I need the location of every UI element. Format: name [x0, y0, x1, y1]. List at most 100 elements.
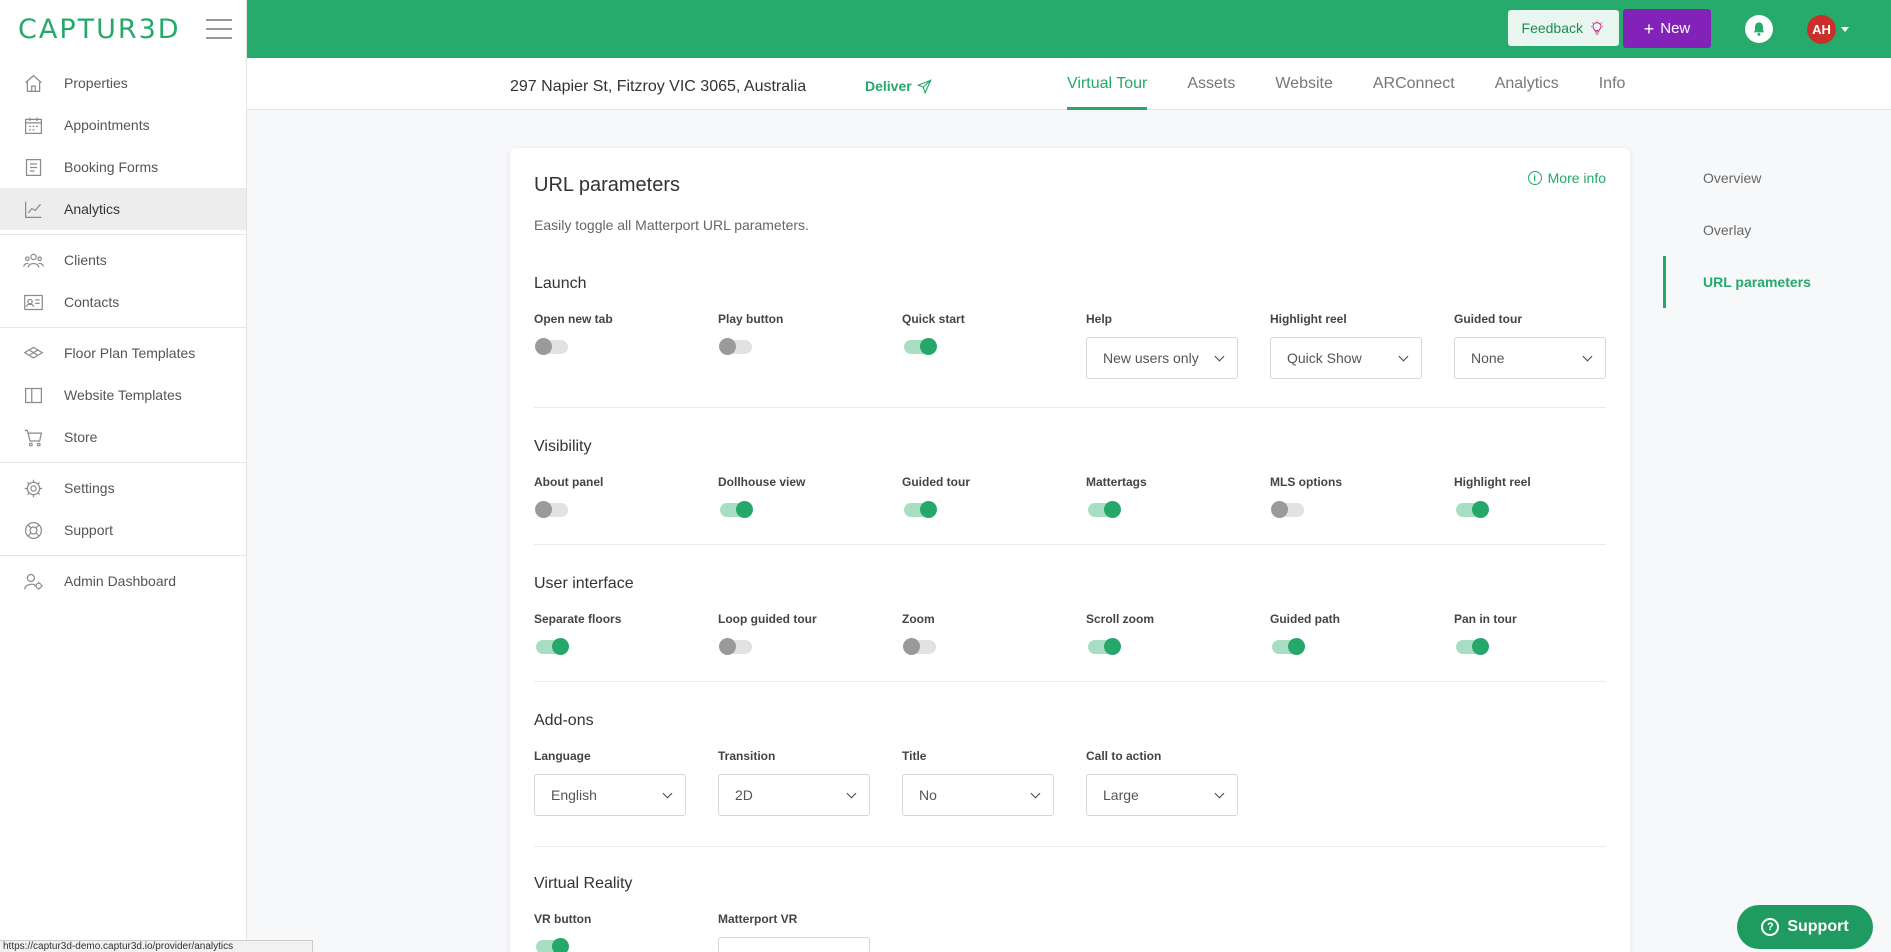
- sidebar-item-clients[interactable]: Clients: [0, 239, 246, 281]
- property-address: 297 Napier St, Fitzroy VIC 3065, Austral…: [510, 78, 807, 95]
- sidebar-item-properties[interactable]: Properties: [0, 62, 246, 104]
- language-select[interactable]: English: [534, 774, 686, 816]
- sidebar-item-settings[interactable]: Settings: [0, 467, 246, 509]
- columns-icon: [22, 384, 44, 406]
- feedback-button[interactable]: Feedback: [1507, 10, 1619, 46]
- select-value: No: [919, 787, 937, 803]
- field-label: VR button: [534, 912, 592, 926]
- more-info-link[interactable]: i More info: [1527, 170, 1606, 186]
- call-to-action-select[interactable]: Large: [1086, 774, 1238, 816]
- section-title: Virtual Reality: [534, 875, 633, 892]
- field-language: Language English: [534, 749, 694, 816]
- sidebar-item-store[interactable]: Store: [0, 416, 246, 458]
- captur3d-logo[interactable]: CAPTUR3D: [18, 14, 181, 45]
- select-value: New users only: [1103, 350, 1199, 366]
- sidebar-item-admin-dashboard[interactable]: Admin Dashboard: [0, 560, 246, 602]
- nav-group-main: Properties Appointments Booking Forms An…: [0, 58, 246, 235]
- scroll-zoom-toggle[interactable]: [1088, 638, 1121, 655]
- field-quick-start: Quick start: [902, 312, 1062, 355]
- guided-path-toggle[interactable]: [1272, 638, 1305, 655]
- section-nav-overlay[interactable]: Overlay: [1663, 204, 1863, 256]
- sidebar-item-support[interactable]: Support: [0, 509, 246, 551]
- field-zoom: Zoom: [902, 612, 1062, 655]
- guided-tour-select[interactable]: None: [1454, 337, 1606, 379]
- title-select[interactable]: No: [902, 774, 1054, 816]
- chevron-down-icon: [1030, 788, 1041, 799]
- sidebar-item-appointments[interactable]: Appointments: [0, 104, 246, 146]
- loop-guided-tour-toggle[interactable]: [719, 638, 752, 655]
- sidebar-item-label: Clients: [64, 252, 107, 268]
- plus-icon: +: [1643, 18, 1655, 39]
- field-label: Help: [1086, 312, 1113, 326]
- tab-analytics[interactable]: Analytics: [1495, 58, 1559, 110]
- section-nav-url-parameters[interactable]: URL parameters: [1663, 256, 1863, 308]
- highlight-reel-select[interactable]: Quick Show: [1270, 337, 1422, 379]
- mattertags-toggle[interactable]: [1088, 501, 1121, 518]
- sidebar-item-website-templates[interactable]: Website Templates: [0, 374, 246, 416]
- play-button-toggle[interactable]: [719, 338, 752, 355]
- section-nav-overview[interactable]: Overview: [1663, 152, 1863, 204]
- zoom-toggle[interactable]: [903, 638, 936, 655]
- separate-floors-toggle[interactable]: [536, 638, 569, 655]
- highlight-reel-toggle[interactable]: [1456, 501, 1489, 518]
- calendar-icon: [22, 114, 44, 136]
- tab-website[interactable]: Website: [1275, 58, 1333, 110]
- support-label: Support: [1787, 918, 1849, 935]
- dollhouse-view-toggle[interactable]: [720, 501, 753, 518]
- tab-arconnect[interactable]: ARConnect: [1373, 58, 1455, 110]
- support-chat-button[interactable]: ? Support: [1737, 905, 1873, 949]
- field-about-panel: About panel: [534, 475, 694, 518]
- notifications-bell-icon[interactable]: [1745, 15, 1773, 43]
- field-guided-path: Guided path: [1270, 612, 1430, 655]
- field-matterport-vr: Matterport VR: [718, 912, 878, 952]
- transition-select[interactable]: 2D: [718, 774, 870, 816]
- mls-options-toggle[interactable]: [1271, 501, 1304, 518]
- sidebar-item-floor-plan-templates[interactable]: Floor Plan Templates: [0, 332, 246, 374]
- guided-tour-toggle[interactable]: [904, 501, 937, 518]
- top-bar: Feedback + New AH: [247, 0, 1891, 58]
- deliver-label: Deliver: [865, 78, 912, 94]
- section-user-interface: User interface Separate floors Loop guid…: [534, 575, 1606, 685]
- vr-button-toggle[interactable]: [536, 938, 569, 952]
- sidebar-item-label: Booking Forms: [64, 159, 159, 175]
- paper-plane-icon: [916, 78, 932, 94]
- hamburger-menu-icon[interactable]: [206, 19, 232, 39]
- pan-in-tour-toggle[interactable]: [1456, 638, 1489, 655]
- sidebar-item-analytics[interactable]: Analytics: [0, 188, 246, 230]
- field-label: Loop guided tour: [718, 612, 817, 626]
- field-label: Guided path: [1270, 612, 1340, 626]
- field-open-new-tab: Open new tab: [534, 312, 694, 355]
- field-help: Help New users only: [1086, 312, 1246, 379]
- select-value: Quick Show: [1287, 350, 1362, 366]
- field-label: Zoom: [902, 612, 935, 626]
- avatar-dropdown-caret-icon[interactable]: [1841, 27, 1849, 32]
- about-panel-toggle[interactable]: [535, 501, 568, 518]
- sidebar-item-label: Settings: [64, 480, 115, 496]
- matterport-vr-select[interactable]: [718, 937, 870, 952]
- quick-start-toggle[interactable]: [904, 338, 937, 355]
- open-new-tab-toggle[interactable]: [535, 338, 568, 355]
- user-avatar[interactable]: AH: [1807, 15, 1836, 44]
- field-label: Language: [534, 749, 591, 763]
- question-icon: ?: [1761, 918, 1780, 936]
- browser-status-url: https://captur3d-demo.captur3d.io/provid…: [0, 940, 313, 952]
- chevron-down-icon: [1398, 351, 1409, 362]
- chevron-down-icon: [1214, 788, 1225, 799]
- field-loop-guided-tour: Loop guided tour: [718, 612, 878, 655]
- property-header: 297 Napier St, Fitzroy VIC 3065, Austral…: [247, 58, 1891, 110]
- field-label: Open new tab: [534, 312, 613, 326]
- tab-assets[interactable]: Assets: [1187, 58, 1235, 110]
- sidebar-item-booking-forms[interactable]: Booking Forms: [0, 146, 246, 188]
- nav-group-people: Clients Contacts: [0, 235, 246, 328]
- sidebar-item-contacts[interactable]: Contacts: [0, 281, 246, 323]
- help-select[interactable]: New users only: [1086, 337, 1238, 379]
- tab-info[interactable]: Info: [1599, 58, 1626, 110]
- tab-virtual-tour[interactable]: Virtual Tour: [1067, 58, 1148, 110]
- section-add-ons: Add-ons Language English Transition 2D T…: [534, 712, 1606, 852]
- new-button[interactable]: + New: [1623, 9, 1711, 48]
- select-value: None: [1471, 350, 1505, 366]
- field-label: Pan in tour: [1454, 612, 1517, 626]
- deliver-button[interactable]: Deliver: [865, 78, 932, 94]
- more-info-label: More info: [1547, 170, 1606, 186]
- field-play-button: Play button: [718, 312, 878, 355]
